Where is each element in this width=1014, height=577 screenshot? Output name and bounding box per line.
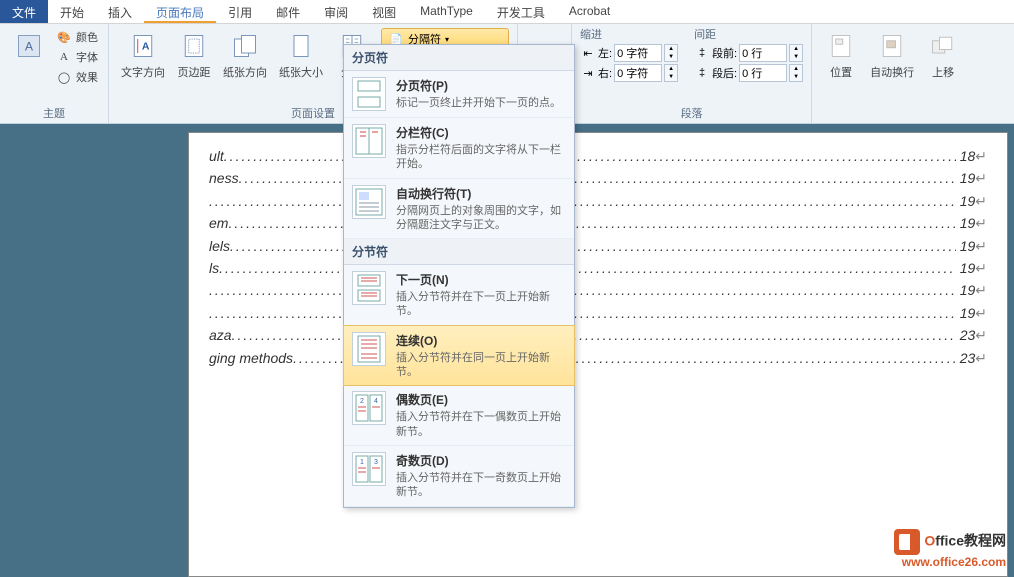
toc-line: ness....................................… [209,167,987,189]
tab-acrobat[interactable]: Acrobat [557,0,622,23]
svg-text:1: 1 [360,459,364,466]
indent-left-icon: ⇤ [580,45,596,61]
themes-button[interactable]: A 主题 [8,28,50,82]
page-breaks-header: 分页符 [344,45,574,71]
effects-icon: ◯ [56,69,72,85]
size-button[interactable]: 纸张大小 [275,28,327,82]
toc-line: em......................................… [209,212,987,234]
watermark: Office教程网 www.office26.com [894,529,1006,569]
toc-line: lels....................................… [209,235,987,257]
tab-insert[interactable]: 插入 [96,0,144,23]
toc-line: ........................................… [209,279,987,301]
spacing-after-icon: ‡ [694,65,710,81]
spacing-before-spinner[interactable]: ▲▼ [789,44,803,62]
text-wrapping-break-item[interactable]: 自动换行符(T)分隔网页上的对象周围的文字，如分隔题注文字与正文。 [344,179,574,240]
svg-text:A: A [142,41,150,53]
colors-icon: 🎨 [56,29,72,45]
tab-references[interactable]: 引用 [216,0,264,23]
indent-right-input[interactable] [614,64,662,82]
group-theme: A 主题 🎨颜色 A字体 ◯效果 主题 [0,24,109,123]
orientation-button[interactable]: 纸张方向 [219,28,271,82]
breaks-dropdown: 分页符 分页符(P)标记一页终止并开始下一页的点。 分栏符(C)指示分栏符后面的… [343,44,575,508]
indent-left-input[interactable] [614,44,662,62]
spacing-before-input[interactable] [739,44,787,62]
fonts-icon: A [56,49,72,65]
tab-file[interactable]: 文件 [0,0,48,23]
size-icon [285,30,317,62]
position-icon [825,30,857,62]
tab-review[interactable]: 审阅 [312,0,360,23]
chevron-down-icon: ▾ [445,35,449,44]
section-breaks-header: 分节符 [344,239,574,265]
wrap-text-button[interactable]: 自动换行 [866,28,918,82]
tab-home[interactable]: 开始 [48,0,96,23]
group-arrange: 位置 自动换行 上移 [812,24,972,123]
spacing-before-icon: ‡ [694,45,710,61]
margins-icon [178,30,210,62]
text-direction-button[interactable]: A 文字方向 [117,28,169,82]
toc-line: ........................................… [209,302,987,324]
indent-header: 缩进 [580,26,602,42]
ribbon-tabs: 文件 开始 插入 页面布局 引用 邮件 审阅 视图 MathType 开发工具 … [0,0,1014,24]
toc-line: ........................................… [209,190,987,212]
indent-right-spinner[interactable]: ▲▼ [664,64,678,82]
margins-button[interactable]: 页边距 [173,28,215,82]
next-page-icon [352,271,386,305]
indent-right-icon: ⇥ [580,65,596,81]
spacing-after-spinner[interactable]: ▲▼ [789,64,803,82]
page-break-item[interactable]: 分页符(P)标记一页终止并开始下一页的点。 [344,71,574,118]
theme-effects[interactable]: ◯效果 [54,68,100,86]
next-page-break-item[interactable]: 下一页(N)插入分节符并在下一页上开始新节。 [344,265,574,326]
odd-page-break-item[interactable]: 13 奇数页(D)插入分节符并在下一奇数页上开始新节。 [344,446,574,507]
document-page[interactable]: ult.....................................… [188,132,1008,577]
group-paragraph-label: 段落 [580,103,803,121]
text-direction-icon: A [127,30,159,62]
column-break-item[interactable]: 分栏符(C)指示分栏符后面的文字将从下一栏开始。 [344,118,574,179]
svg-text:A: A [25,39,34,53]
watermark-logo-icon [894,529,920,555]
toc-line: ging methods............................… [209,347,987,369]
bring-forward-button[interactable]: 上移 [922,28,964,82]
even-page-icon: 24 [352,391,386,425]
indent-left-spinner[interactable]: ▲▼ [664,44,678,62]
spacing-after-input[interactable] [739,64,787,82]
svg-text:4: 4 [374,398,378,405]
spacing-header: 间距 [694,26,716,42]
theme-colors[interactable]: 🎨颜色 [54,28,100,46]
tab-mailings[interactable]: 邮件 [264,0,312,23]
svg-text:3: 3 [374,459,378,466]
tab-layout[interactable]: 页面布局 [144,0,216,23]
svg-text:2: 2 [360,398,364,405]
wrap-text-icon [876,30,908,62]
continuous-break-item[interactable]: 连续(O)插入分节符并在同一页上开始新节。 [343,325,575,387]
toc-line: ls......................................… [209,257,987,279]
even-page-break-item[interactable]: 24 偶数页(E)插入分节符并在下一偶数页上开始新节。 [344,385,574,446]
orientation-icon [229,30,261,62]
tab-developer[interactable]: 开发工具 [485,0,557,23]
position-button[interactable]: 位置 [820,28,862,82]
group-theme-label: 主题 [8,103,100,121]
tab-view[interactable]: 视图 [360,0,408,23]
column-break-icon [352,124,386,158]
bring-forward-icon [927,30,959,62]
text-wrapping-icon [352,185,386,219]
group-paragraph: 缩进 ⇤ 左: ▲▼ ⇥ 右: ▲▼ 间距 ‡ 段前: [572,24,812,123]
theme-fonts[interactable]: A字体 [54,48,100,66]
odd-page-icon: 13 [352,452,386,486]
tab-mathtype[interactable]: MathType [408,0,485,23]
continuous-icon [352,332,386,366]
toc-line: aza.....................................… [209,324,987,346]
themes-icon: A [13,30,45,62]
page-break-icon [352,77,386,111]
toc-line: ult.....................................… [209,145,987,167]
